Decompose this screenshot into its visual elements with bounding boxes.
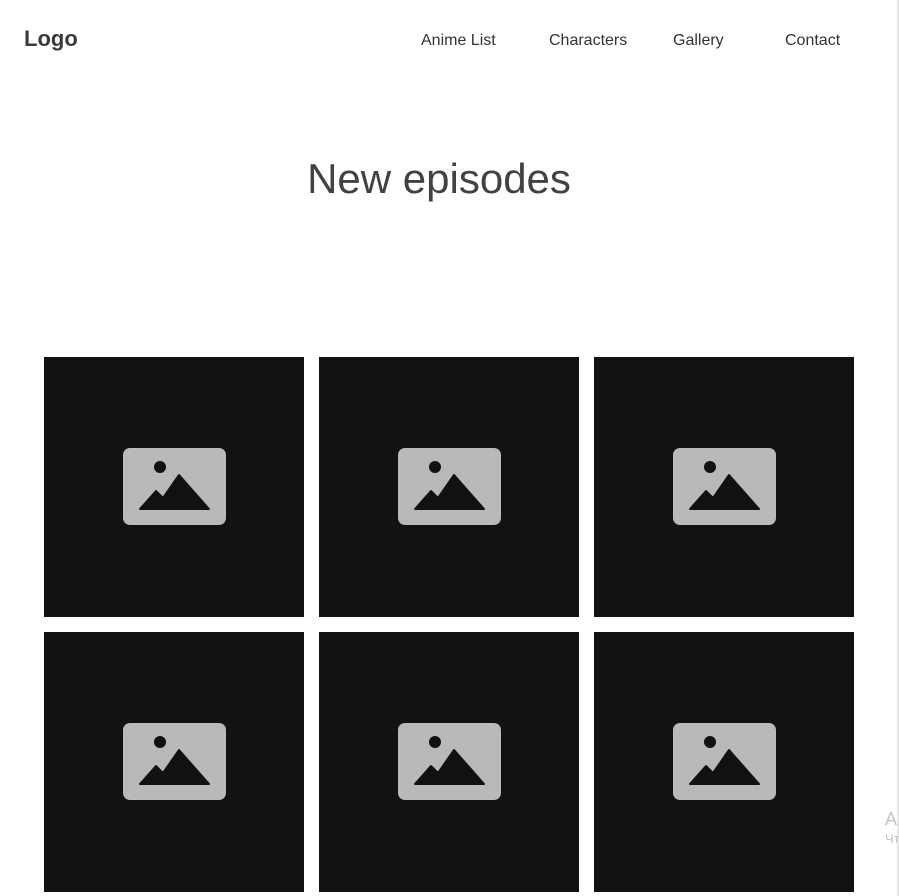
corner-popup-text: А Чт [885, 810, 899, 845]
corner-popup-line-2: Чт [885, 831, 899, 846]
corner-popup-line-1: А [885, 809, 898, 829]
image-placeholder-icon [672, 447, 776, 525]
image-placeholder-icon [672, 722, 776, 800]
page: Logo Anime List Characters Gallery Conta… [0, 0, 899, 896]
episode-card[interactable] [319, 632, 579, 892]
logo[interactable]: Logo [24, 26, 78, 52]
episode-card[interactable] [594, 357, 854, 617]
episode-card[interactable] [44, 357, 304, 617]
nav-link-characters[interactable]: Characters [549, 32, 627, 50]
image-placeholder-icon [122, 447, 226, 525]
nav-link-anime-list[interactable]: Anime List [421, 32, 496, 50]
image-placeholder-icon [397, 447, 501, 525]
image-placeholder-icon [122, 722, 226, 800]
image-placeholder-icon [397, 722, 501, 800]
episode-card[interactable] [319, 357, 579, 617]
episode-card[interactable] [44, 632, 304, 892]
nav-link-contact[interactable]: Contact [785, 32, 840, 50]
episodes-grid [44, 357, 854, 892]
nav-link-gallery[interactable]: Gallery [673, 32, 724, 50]
episode-card[interactable] [594, 632, 854, 892]
page-title: New episodes [307, 155, 571, 202]
